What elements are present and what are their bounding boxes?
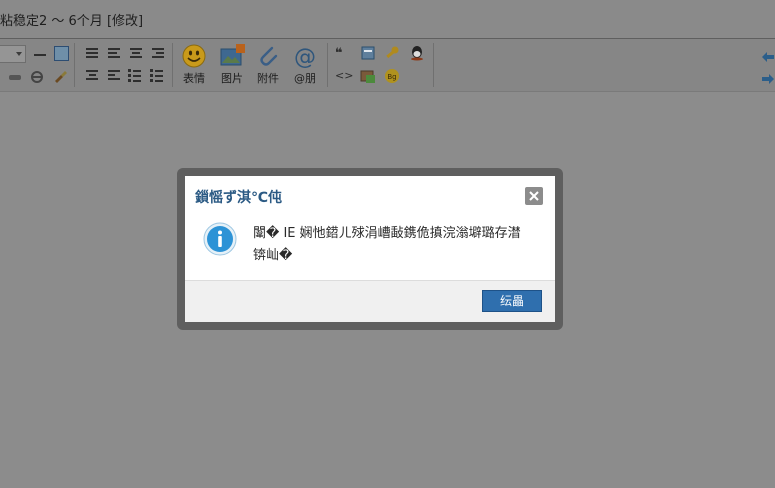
hide-content-icon[interactable] <box>360 68 376 84</box>
align-left-icon[interactable] <box>84 46 100 62</box>
font-size-select[interactable] <box>0 45 26 63</box>
chevron-down-icon <box>16 52 22 56</box>
editor-toolbar: 表情 图片 附件 @ @朋 ❝ <> Bg <box>0 39 775 92</box>
align-center-icon[interactable] <box>128 46 144 62</box>
redo-arrow-icon[interactable] <box>761 70 775 84</box>
dialog-message-line2: 锛屾� <box>253 248 293 263</box>
quote-icon[interactable]: ❝ <box>335 46 351 62</box>
undo-arrow-icon[interactable] <box>761 48 775 62</box>
ordered-list-icon[interactable] <box>128 68 144 84</box>
dialog-message-line1: 闈� IE 娴忚鍣ㄦ殏涓嶆敮鎸佹搷浣滃壀璐存澘 <box>253 226 521 241</box>
info-icon <box>203 222 237 256</box>
code-icon[interactable]: <> <box>335 69 353 85</box>
unlink-icon[interactable] <box>29 69 45 85</box>
attachment-button[interactable]: 附件 <box>251 43 285 87</box>
ok-button[interactable]: 纭畾 <box>482 290 542 312</box>
outdent-icon[interactable] <box>106 68 122 84</box>
close-button[interactable] <box>525 187 543 205</box>
free-text-icon[interactable] <box>360 45 376 61</box>
page-header: 粘稳定2 ～ 6个月 [修改] <box>0 0 775 39</box>
at-icon: @ <box>294 45 316 69</box>
unordered-list-icon[interactable] <box>150 68 166 84</box>
alert-dialog-frame: 鎻愮ず淇℃伅 闈� IE 娴忚鍣ㄦ殏涓嶆敮鎸佹搷浣滃壀璐存澘 锛屾� 纭畾 <box>177 168 563 330</box>
table-icon[interactable] <box>54 46 69 61</box>
alert-dialog: 鎻愮ず淇℃伅 闈� IE 娴忚鍣ㄦ殏涓嶆敮鎸佹搷浣滃壀璐存澘 锛屾� 纭畾 <box>185 176 555 322</box>
emoji-label: 表情 <box>183 72 205 85</box>
background-color-icon[interactable]: Bg <box>384 68 400 84</box>
align-justify-icon[interactable] <box>106 46 122 62</box>
key-icon[interactable] <box>384 45 400 61</box>
mention-button[interactable]: @ @朋 <box>288 43 322 87</box>
smiley-icon <box>182 44 206 68</box>
emoji-button[interactable]: 表情 <box>177 43 211 87</box>
dialog-title: 鎻愮ず淇℃伅 <box>195 190 282 206</box>
dialog-message: 闈� IE 娴忚鍣ㄦ殏涓嶆敮鎸佹搷浣滃壀璐存澘 锛屾� <box>253 223 545 267</box>
link-icon[interactable] <box>7 69 23 85</box>
image-label: 图片 <box>221 72 243 85</box>
format-brush-icon[interactable] <box>52 68 68 84</box>
indent-icon[interactable] <box>84 68 100 84</box>
bg-badge-text: Bg <box>387 73 396 81</box>
dialog-body: 闈� IE 娴忚鍣ㄦ殏涓嶆敮鎸佹搷浣滃壀璐存澘 锛屾� <box>185 210 555 280</box>
page-title: 粘稳定2 ～ 6个月 [修改] <box>0 14 144 29</box>
dialog-footer: 纭畾 <box>185 280 555 322</box>
image-icon <box>220 44 245 66</box>
svg-text:@: @ <box>294 45 316 69</box>
image-button[interactable]: 图片 <box>215 43 249 87</box>
mention-label: @朋 <box>294 72 316 85</box>
align-right-icon[interactable] <box>150 46 166 62</box>
attachment-label: 附件 <box>257 72 279 85</box>
paperclip-icon <box>260 46 278 66</box>
close-icon <box>529 191 539 201</box>
qq-icon[interactable] <box>409 45 425 61</box>
horizontal-rule-icon[interactable] <box>32 47 48 63</box>
